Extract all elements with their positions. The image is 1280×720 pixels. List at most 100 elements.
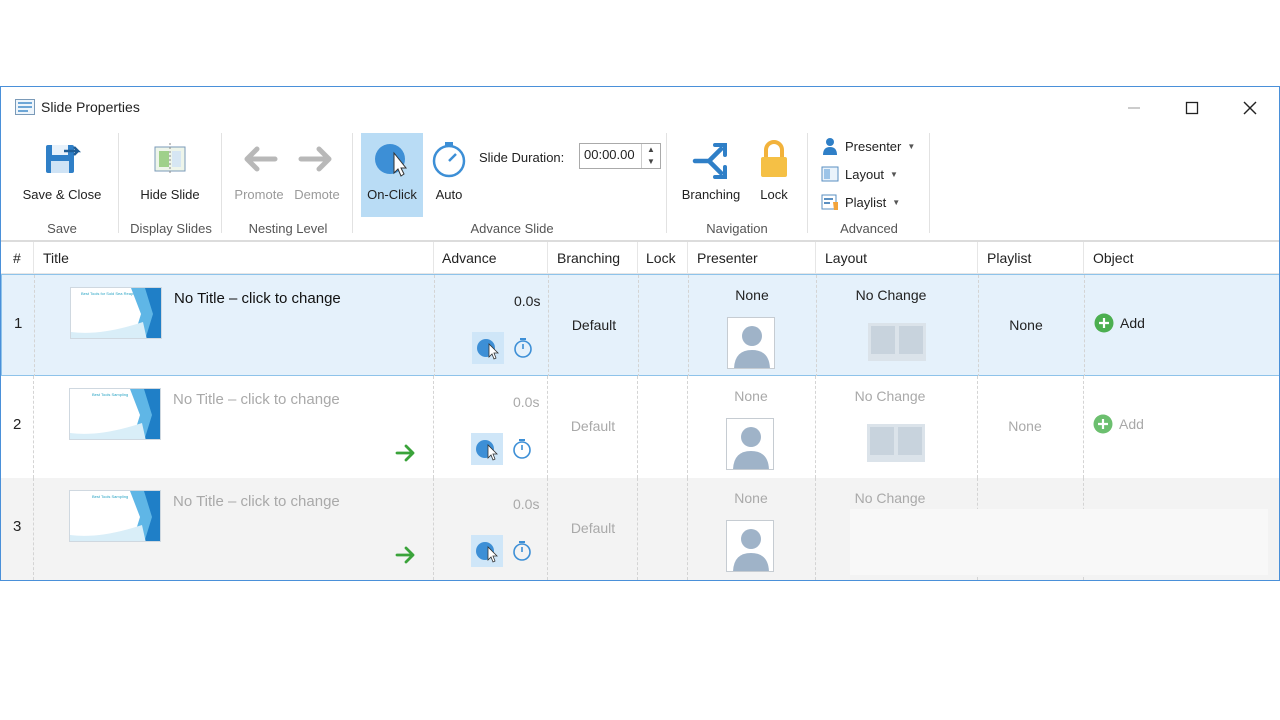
auto-timer-icon[interactable] xyxy=(511,539,533,563)
spin-down-icon[interactable]: ▼ xyxy=(642,156,660,168)
header-layout[interactable]: Layout xyxy=(825,250,867,266)
row-on-click-button[interactable] xyxy=(472,332,504,364)
presenter-value[interactable]: None xyxy=(687,490,815,506)
demote-button[interactable]: Demote xyxy=(289,133,345,213)
layout-thumb-icon[interactable] xyxy=(868,323,926,361)
presenter-icon xyxy=(823,138,837,155)
row-number: 2 xyxy=(13,416,22,433)
branching-value[interactable]: Default xyxy=(549,418,637,434)
demote-icon xyxy=(298,146,332,172)
save-close-button[interactable]: Save & Close xyxy=(15,133,109,213)
branching-value[interactable]: Default xyxy=(549,520,637,536)
header-playlist[interactable]: Playlist xyxy=(987,250,1031,266)
minimize-icon xyxy=(1128,107,1140,109)
chevron-down-icon: ▼ xyxy=(890,169,898,179)
row-number: 1 xyxy=(14,315,23,332)
on-click-icon xyxy=(375,144,408,177)
advance-group-label: Advance Slide xyxy=(470,221,554,236)
advanced-group-label: Advanced xyxy=(840,221,898,236)
ribbon-separator xyxy=(118,133,119,233)
column-divider xyxy=(33,242,34,274)
hide-slide-button[interactable]: Hide Slide xyxy=(127,133,213,213)
navigation-group-label: Navigation xyxy=(706,221,768,236)
auto-timer-icon[interactable] xyxy=(512,336,534,360)
presenter-photo[interactable] xyxy=(726,418,774,470)
auto-timer-icon xyxy=(432,142,466,178)
on-click-icon xyxy=(476,542,498,563)
header-lock[interactable]: Lock xyxy=(646,250,676,266)
branching-icon xyxy=(692,143,727,179)
header-presenter[interactable]: Presenter xyxy=(697,250,758,266)
save-group-label: Save xyxy=(47,221,77,236)
title-bar: Slide Properties xyxy=(1,87,1279,129)
table-row[interactable]: 2 Best Tools Sampling No Title – click t… xyxy=(1,376,1279,478)
presenter-value[interactable]: None xyxy=(688,287,816,303)
layout-value[interactable]: No Change xyxy=(816,287,966,303)
ribbon: Save & Close Save Hide Slide Display Sli… xyxy=(1,129,1279,241)
ribbon-separator xyxy=(352,133,353,233)
lock-icon xyxy=(761,140,787,177)
maximize-icon xyxy=(1185,101,1199,115)
column-divider xyxy=(637,242,638,274)
slide-title[interactable]: No Title – click to change xyxy=(173,493,340,510)
nesting-group-label: Nesting Level xyxy=(248,221,328,236)
column-divider xyxy=(977,242,978,274)
minimize-button[interactable] xyxy=(1111,93,1157,123)
slide-title[interactable]: No Title – click to change xyxy=(174,290,341,307)
column-divider xyxy=(433,242,434,274)
slide-title[interactable]: No Title – click to change xyxy=(173,391,340,408)
row-on-click-button[interactable] xyxy=(471,433,503,465)
header-advance[interactable]: Advance xyxy=(442,250,496,266)
duration-spinner[interactable]: ▲ ▼ xyxy=(641,144,660,168)
chevron-down-icon: ▼ xyxy=(907,141,916,151)
layout-icon xyxy=(821,166,839,182)
on-click-icon xyxy=(476,440,498,461)
playlist-value[interactable]: None xyxy=(977,418,1073,434)
promote-button[interactable]: Promote xyxy=(229,133,289,213)
presenter-dropdown[interactable]: Presenter ▼ xyxy=(821,137,915,155)
advance-time: 0.0s xyxy=(513,394,540,410)
presenter-value[interactable]: None xyxy=(687,388,815,404)
slide-thumbnail[interactable]: Best Tools for Sold Sea Reaping xyxy=(70,287,162,339)
branching-button[interactable]: Branching xyxy=(675,133,747,213)
add-icon xyxy=(1093,414,1113,434)
presenter-photo[interactable] xyxy=(726,520,774,572)
header-object[interactable]: Object xyxy=(1093,250,1133,266)
header-num[interactable]: # xyxy=(13,250,21,266)
person-icon xyxy=(727,521,773,571)
table-row[interactable]: 1 Best Tools for Sold Sea Reaping No Tit… xyxy=(1,274,1279,377)
add-object-button[interactable]: Add xyxy=(1094,313,1145,333)
column-divider xyxy=(687,242,688,274)
advance-time: 0.0s xyxy=(513,496,540,512)
auto-timer-icon[interactable] xyxy=(511,437,533,461)
slide-duration-label: Slide Duration: xyxy=(479,150,565,165)
ribbon-separator xyxy=(929,133,930,233)
layout-value[interactable]: No Change xyxy=(815,388,965,404)
layout-thumb-icon[interactable] xyxy=(867,424,925,462)
lock-button[interactable]: Lock xyxy=(751,133,797,213)
layout-value[interactable]: No Change xyxy=(815,490,965,506)
header-branching[interactable]: Branching xyxy=(557,250,620,266)
slide-thumbnail[interactable]: Best Tools Sampling xyxy=(69,388,161,440)
spin-up-icon[interactable]: ▲ xyxy=(642,144,660,156)
table-header: # Title Advance Branching Lock Presenter… xyxy=(1,242,1279,274)
layout-dropdown[interactable]: Layout ▼ xyxy=(821,165,898,183)
add-icon xyxy=(1094,313,1114,333)
slide-thumbnail[interactable]: Best Tools Sampling xyxy=(69,490,161,542)
ribbon-separator xyxy=(666,133,667,233)
maximize-button[interactable] xyxy=(1169,93,1215,123)
playlist-dropdown[interactable]: Playlist ▼ xyxy=(821,193,900,211)
playlist-value[interactable]: None xyxy=(978,317,1074,333)
header-title[interactable]: Title xyxy=(43,250,69,266)
auto-button[interactable]: Auto xyxy=(425,133,473,213)
branching-value[interactable]: Default xyxy=(550,317,638,333)
close-button[interactable] xyxy=(1227,93,1273,123)
on-click-button[interactable]: On-Click xyxy=(361,133,423,217)
ribbon-separator xyxy=(807,133,808,233)
ribbon-separator xyxy=(221,133,222,233)
add-object-button[interactable]: Add xyxy=(1093,414,1144,434)
close-icon xyxy=(1243,101,1257,115)
row-on-click-button[interactable] xyxy=(471,535,503,567)
presenter-photo[interactable] xyxy=(727,317,775,369)
column-divider xyxy=(547,242,548,274)
